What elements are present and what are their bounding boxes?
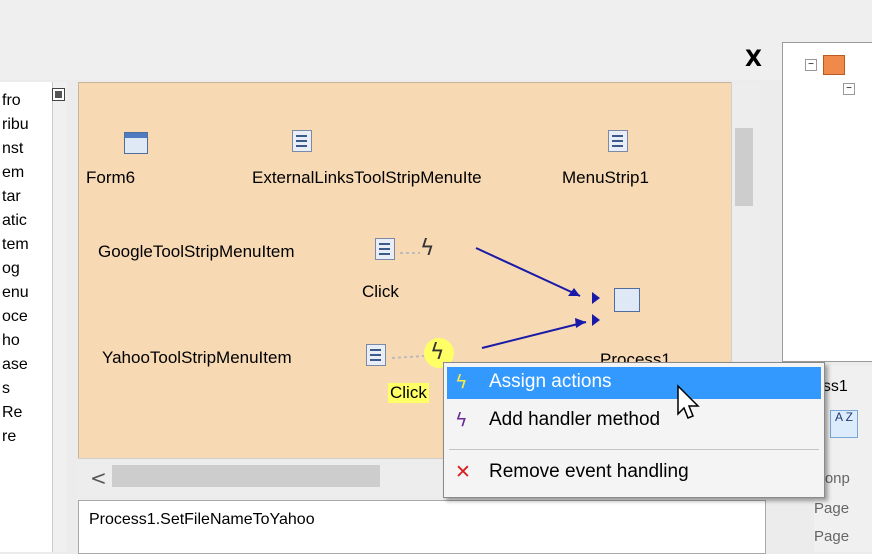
property-row[interactable]: Page: [814, 528, 849, 545]
property-row[interactable]: Page: [814, 500, 849, 517]
remove-x-icon: ✕: [455, 461, 471, 483]
collapse-icon[interactable]: −: [805, 59, 817, 71]
menu-item-remove-event-handling[interactable]: ✕ Remove event handling: [447, 457, 821, 489]
collapse-icon[interactable]: −: [843, 83, 855, 95]
menu-separator: [449, 449, 819, 450]
mouse-cursor-icon: [677, 384, 700, 419]
action-text-box[interactable]: Process1.SetFileNameToYahoo: [78, 500, 766, 554]
project-icon[interactable]: [823, 55, 845, 75]
lightning-icon: ϟ: [455, 371, 468, 393]
add-handler-icon: ϟ: [455, 409, 468, 431]
menu-item-assign-actions[interactable]: ϟ Assign actions: [447, 367, 821, 399]
alphabetical-sort-button[interactable]: A Z: [830, 410, 858, 438]
context-menu: ϟ Assign actions ϟ Add handler method ✕ …: [443, 362, 825, 498]
action-text: Process1.SetFileNameToYahoo: [89, 511, 315, 528]
menu-item-add-handler-method[interactable]: ϟ Add handler method: [447, 405, 821, 437]
tree-view[interactable]: − −: [782, 42, 872, 362]
